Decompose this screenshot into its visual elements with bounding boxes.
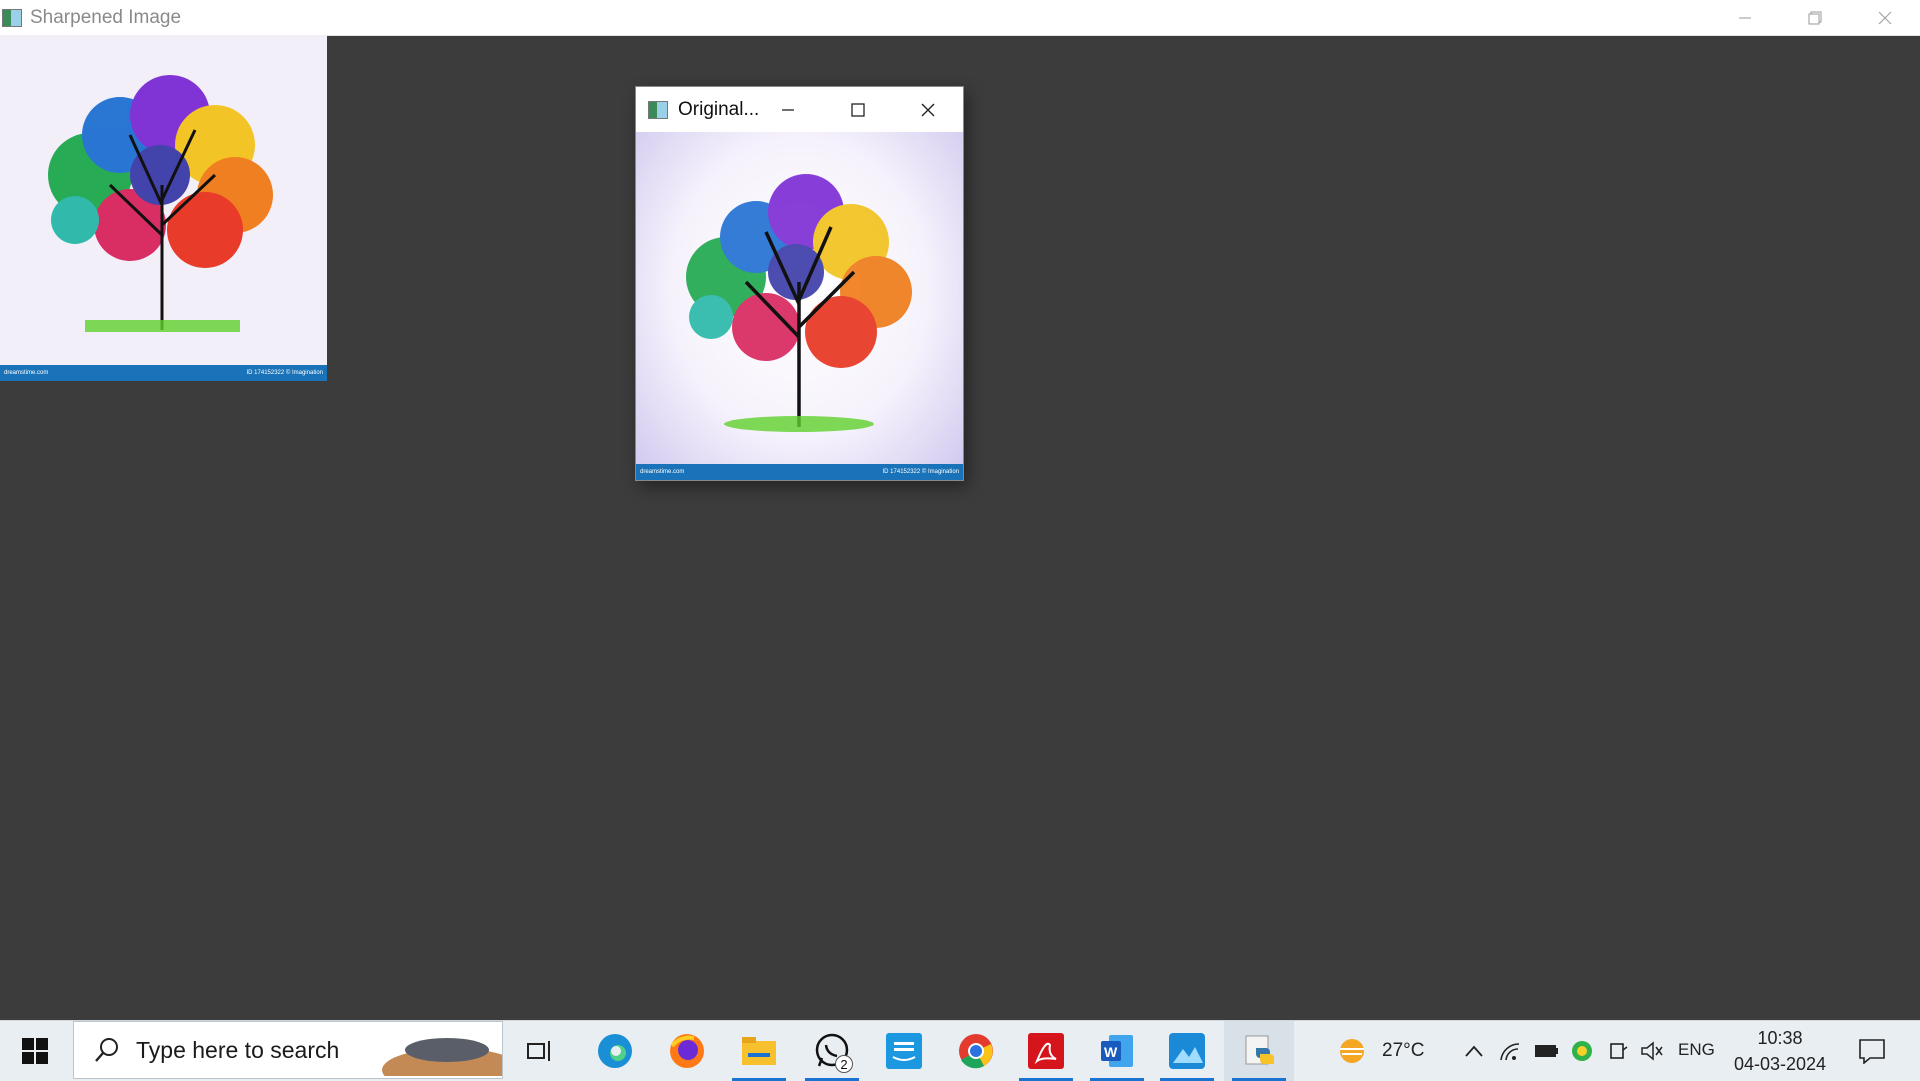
start-button[interactable] [0,1021,70,1081]
taskbar-edge[interactable] [580,1021,650,1081]
language-indicator[interactable]: ENG [1678,1040,1715,1060]
photos-icon [1169,1033,1205,1069]
footer-right-text: ID 174152322 © Imagination [882,469,959,475]
footer-left-text: dreamstime.com [640,469,685,475]
original-image: dreamstime.com ID 174152322 © Imaginatio… [636,132,963,480]
tray-app-button[interactable] [1570,1039,1594,1063]
main-window-controls [1710,0,1920,35]
show-hidden-icons-button[interactable] [1462,1039,1486,1063]
close-icon [921,103,935,116]
footer-left-text: dreamstime.com [4,370,49,376]
restore-button[interactable] [1780,0,1850,35]
weather-icon [1340,1039,1364,1063]
original-window-title: Original... [678,98,760,120]
app-tray-icon [1572,1041,1592,1061]
sharpened-image-footer: dreamstime.com ID 174152322 © Imaginatio… [0,365,327,381]
original-window[interactable]: Original... dreamstime.com ID 174152322 … [636,87,963,480]
meet-now-button[interactable] [1606,1039,1630,1063]
volume-button[interactable] [1640,1039,1664,1063]
maximize-button[interactable] [823,87,893,132]
search-highlight-art [382,1038,502,1076]
network-button[interactable] [1498,1039,1522,1063]
clock-date: 04-03-2024 [1733,1054,1827,1074]
close-icon [1878,11,1892,24]
battery-button[interactable] [1534,1039,1558,1063]
network-icon [1500,1043,1520,1061]
minimize-button[interactable] [1710,0,1780,35]
tree-artwork [686,174,912,432]
weather-temperature[interactable]: 27°C [1382,1040,1424,1062]
prime-video-icon [886,1033,922,1069]
taskbar-firefox[interactable] [652,1021,722,1081]
search-icon [95,1038,118,1062]
weather-widget[interactable] [1336,1035,1368,1067]
main-window-titlebar[interactable]: Sharpened Image [0,0,1920,36]
action-center-button[interactable] [1858,1037,1886,1065]
taskbar-chrome[interactable] [941,1021,1011,1081]
close-button[interactable] [893,87,963,132]
window-app-icon [2,8,22,27]
window-app-icon [648,100,668,119]
windows-start-icon [22,1038,48,1064]
restore-icon [1808,11,1822,24]
search-placeholder: Type here to search [136,1036,340,1063]
sharpened-image: dreamstime.com ID 174152322 © Imaginatio… [0,35,327,381]
chevron-up-icon [1465,1045,1483,1057]
firefox-icon [670,1034,704,1068]
close-button[interactable] [1850,0,1920,35]
footer-right-text: ID 174152322 © Imagination [246,370,323,376]
edge-icon [598,1034,632,1068]
volume-muted-icon [1641,1041,1663,1061]
taskbar-clock[interactable]: 10:38 04-03-2024 [1720,1025,1840,1077]
tree-artwork [0,35,327,365]
main-window-title: Sharpened Image [30,6,182,28]
task-view-icon [527,1041,550,1061]
taskbar-photos[interactable] [1152,1021,1222,1081]
acrobat-icon [1028,1033,1064,1069]
meet-icon [1610,1043,1628,1059]
notification-icon [1859,1039,1885,1064]
taskbar-prime-video[interactable] [869,1021,939,1081]
taskbar-word[interactable]: W [1082,1021,1152,1081]
minimize-icon [1739,17,1751,18]
minimize-icon [782,108,794,111]
svg-text:W: W [1104,1044,1118,1060]
taskbar-file-explorer[interactable] [724,1021,794,1081]
taskbar-whatsapp[interactable]: 2 [797,1021,867,1081]
taskbar: Type here to search 2 W 27°C ENG 10:38 0… [0,1020,1920,1081]
notification-badge: 2 [835,1055,853,1073]
original-window-titlebar[interactable]: Original... [636,87,963,132]
original-window-controls [753,87,963,132]
file-explorer-icon [742,1037,776,1065]
word-icon: W [1101,1035,1133,1067]
chrome-icon [959,1034,993,1069]
original-image-footer: dreamstime.com ID 174152322 © Imaginatio… [636,464,963,480]
taskbar-acrobat[interactable] [1011,1021,1081,1081]
maximize-icon [851,102,865,117]
task-view-button[interactable] [505,1021,575,1081]
taskbar-python[interactable] [1224,1021,1294,1081]
python-icon [1245,1035,1274,1065]
taskbar-search-box[interactable]: Type here to search [73,1021,503,1079]
battery-icon [1535,1045,1558,1057]
clock-time: 10:38 [1757,1028,1803,1048]
minimize-button[interactable] [753,87,823,132]
